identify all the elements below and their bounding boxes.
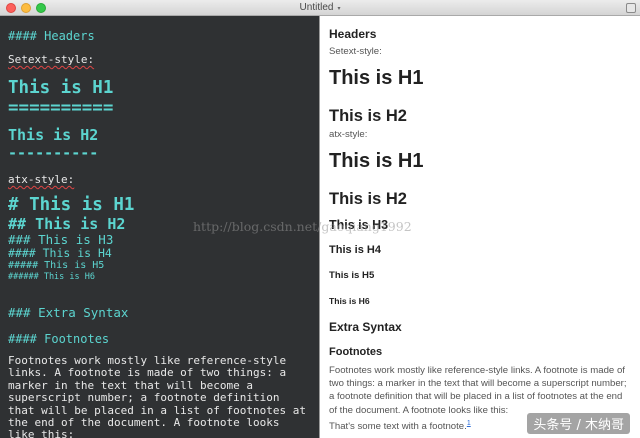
window-title-area[interactable]: Untitled ▾ bbox=[0, 2, 640, 13]
editor-setext-h2: This is H2 bbox=[8, 126, 99, 144]
footnote-marker-link[interactable]: 1 bbox=[467, 420, 471, 427]
fullscreen-toggle-icon[interactable] bbox=[626, 3, 636, 13]
editor-atx-h4: #### This is H4 bbox=[8, 246, 112, 260]
editor-atx-h2: ## This is H2 bbox=[8, 215, 126, 233]
preview-footnote-example: That's some text with a footnote.1 bbox=[329, 420, 471, 432]
editor-atx-label: atx-style: bbox=[8, 173, 75, 186]
preview-atx-h4: This is H4 bbox=[329, 244, 381, 256]
preview-atx-h1: This is H1 bbox=[329, 150, 424, 172]
preview-footnotes-paragraph: Footnotes work mostly like reference-sty… bbox=[329, 365, 627, 416]
preview-atx-label: atx-style: bbox=[329, 129, 368, 140]
preview-setext-h2: This is H2 bbox=[329, 107, 407, 125]
editor-setext-label: Setext-style: bbox=[8, 53, 95, 66]
editor-atx-h3: ### This is H3 bbox=[8, 232, 114, 247]
preview-atx-h3: This is H3 bbox=[329, 218, 389, 232]
preview-atx-h6: This is H6 bbox=[329, 296, 370, 306]
editor-footnotes-paragraph: Footnotes work mostly like reference-sty… bbox=[8, 354, 307, 438]
editor-extra-syntax: ### Extra Syntax bbox=[8, 305, 129, 320]
editor-headers-line: #### Headers bbox=[8, 29, 95, 43]
markdown-editor[interactable]: #### Headers Setext-style: This is H1 ==… bbox=[0, 16, 319, 438]
editor-footnotes-heading: #### Footnotes bbox=[8, 332, 110, 346]
footnote-example-text: That's some text with a footnote. bbox=[329, 421, 467, 433]
editor-setext-h2-underline: ---------- bbox=[8, 144, 99, 162]
editor-setext-h1-underline: ========== bbox=[8, 98, 114, 118]
preview-headers: Headers bbox=[329, 27, 377, 41]
editor-atx-h1: # This is H1 bbox=[8, 195, 135, 215]
editor-setext-h1: This is H1 bbox=[8, 78, 114, 98]
preview-setext-label: Setext-style: bbox=[329, 46, 382, 57]
editor-atx-h6: ###### This is H6 bbox=[8, 272, 95, 282]
editor-atx-h5: ##### This is H5 bbox=[8, 260, 105, 271]
title-menu-caret-icon[interactable]: ▾ bbox=[337, 6, 340, 12]
title-bar: Untitled ▾ bbox=[0, 0, 640, 16]
preview-extra-syntax: Extra Syntax bbox=[329, 320, 402, 334]
preview-footnotes: Footnotes bbox=[329, 346, 383, 358]
preview-atx-h5: This is H5 bbox=[329, 270, 375, 281]
window-title: Untitled bbox=[299, 2, 334, 13]
brand-watermark: 头条号 / 木纳哥 bbox=[527, 413, 630, 434]
preview-atx-h2: This is H2 bbox=[329, 190, 407, 208]
preview-setext-h1: This is H1 bbox=[329, 67, 424, 89]
html-preview: Headers Setext-style: This is H1 This is… bbox=[320, 16, 640, 438]
